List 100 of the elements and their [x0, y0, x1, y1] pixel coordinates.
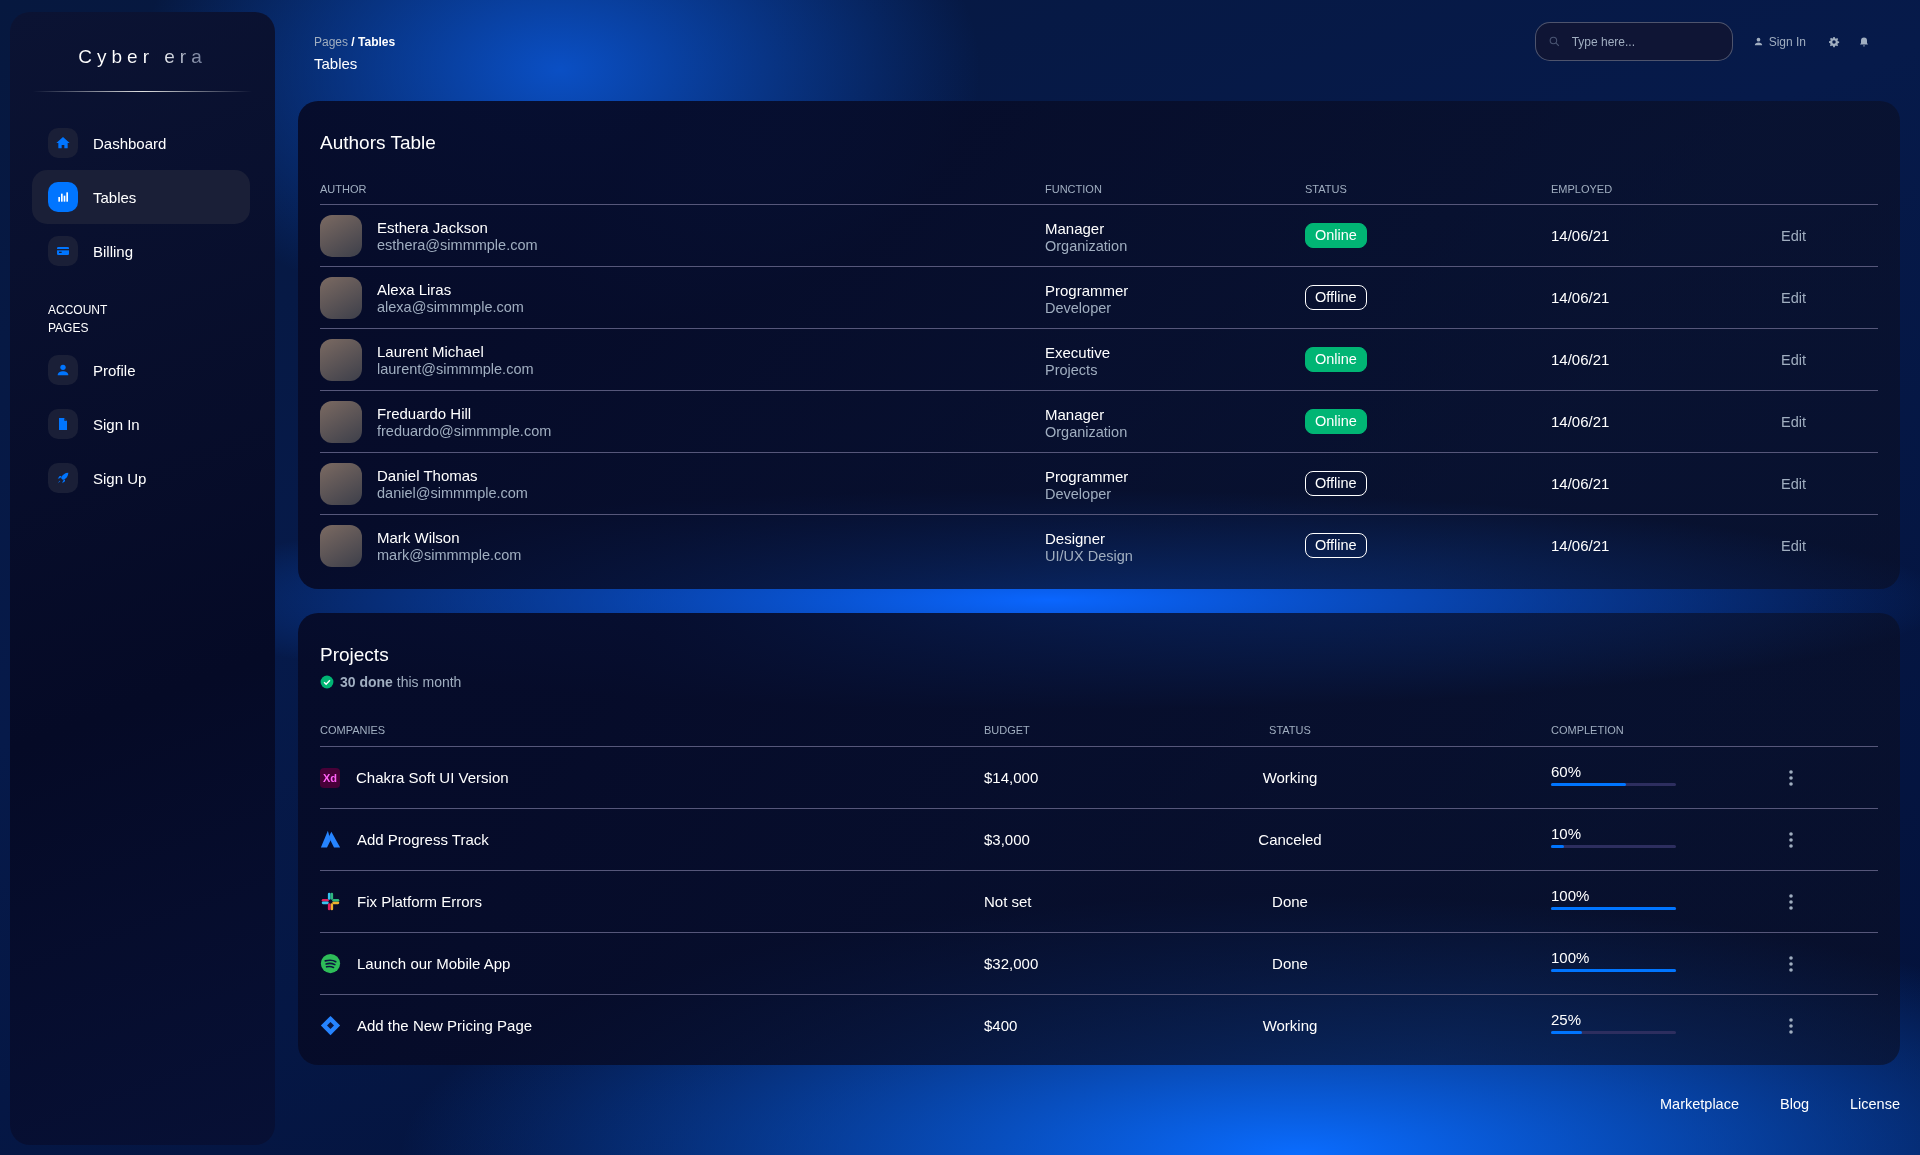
budget: $3,000 [984, 831, 1031, 848]
status-badge: Offline [1305, 533, 1367, 558]
job-title: Programmer [1045, 468, 1129, 485]
triangle-logo-icon [320, 829, 341, 850]
sign-in-link[interactable]: Sign In [1752, 22, 1806, 61]
author-name: Esthera Jackson [377, 218, 488, 236]
job-title: Programmer [1045, 282, 1129, 299]
person-icon [55, 362, 71, 378]
project-name: Add the New Pricing Page [357, 1017, 533, 1034]
edit-link[interactable]: Edit [1781, 351, 1806, 368]
avatar-photo [320, 524, 362, 567]
edit-link[interactable]: Edit [1781, 537, 1806, 554]
rocket-icon [55, 470, 71, 486]
avatar-photo [320, 338, 362, 381]
budget: $14,000 [984, 769, 1040, 786]
department: Developer [1045, 300, 1112, 316]
employed-date: 14/06/21 [1551, 537, 1611, 554]
edit-link[interactable]: Edit [1781, 475, 1806, 492]
bell-icon[interactable] [1858, 35, 1870, 48]
check-circle-icon [320, 675, 334, 689]
breadcrumb: Pages / Tables [314, 34, 396, 50]
nav-item[interactable]: Sign Up [32, 451, 250, 505]
completion-percent: 100% [1551, 887, 1590, 904]
author-email: laurent@simmmple.com [377, 360, 534, 377]
page-title: Tables [314, 55, 358, 72]
project-status: Done [1271, 955, 1309, 972]
author-email: freduardo@simmmple.com [377, 422, 552, 439]
status-badge: Online [1305, 347, 1367, 372]
budget: Not set [984, 893, 1033, 910]
completion-percent: 60% [1551, 763, 1582, 780]
job-title: Executive [1045, 344, 1111, 361]
job-title: Manager [1045, 220, 1105, 237]
status-badge: Online [1305, 409, 1367, 434]
column-header: STATUS [1268, 724, 1312, 736]
summary-text: 30 done this month [340, 674, 462, 690]
status-badge: Online [1305, 223, 1367, 248]
job-title: Designer [1045, 530, 1106, 547]
author-name: Laurent Michael [377, 342, 484, 360]
project-name: Chakra Soft UI Version [356, 769, 509, 786]
project-status: Canceled [1257, 831, 1323, 848]
column-header: COMPLETION [1551, 724, 1625, 736]
wave-lines-logo-icon [320, 953, 341, 974]
footer-link[interactable]: License [1850, 1096, 1900, 1112]
column-header: BUDGET [984, 724, 1031, 736]
employed-date: 14/06/21 [1551, 227, 1611, 244]
column-header: STATUS [1305, 182, 1348, 195]
column-header: FUNCTION [1045, 182, 1103, 195]
edit-link[interactable]: Edit [1781, 227, 1806, 244]
nav-item[interactable]: Dashboard [32, 116, 250, 170]
employed-date: 14/06/21 [1551, 413, 1611, 430]
card-title: Authors Table [320, 131, 437, 155]
budget: $32,000 [984, 955, 1040, 972]
author-name: Mark Wilson [377, 528, 460, 546]
department: Organization [1045, 238, 1128, 254]
section-title: ACCOUNT PAGES [48, 302, 109, 337]
nav-item[interactable]: Profile [32, 343, 250, 397]
job-title: Manager [1045, 406, 1105, 423]
author-email: mark@simmmple.com [377, 546, 522, 563]
xd-logo-icon: Xd [320, 767, 340, 788]
project-status: Working [1261, 769, 1319, 786]
department: Organization [1045, 424, 1128, 440]
search-field[interactable]: Type here... [1534, 22, 1733, 61]
department: Developer [1045, 486, 1112, 502]
project-name: Launch our Mobile App [357, 955, 511, 972]
author-name: Freduardo Hill [377, 404, 472, 422]
pinwheel-logo-icon [320, 891, 341, 912]
employed-date: 14/06/21 [1551, 289, 1611, 306]
avatar-photo [320, 400, 362, 443]
house-icon [55, 135, 71, 151]
column-header: AUTHOR [320, 182, 368, 195]
edit-link[interactable]: Edit [1781, 413, 1806, 430]
author-email: daniel@simmmple.com [377, 484, 528, 501]
avatar-photo [320, 214, 362, 257]
project-status: Done [1271, 893, 1309, 910]
department: UI/UX Design [1045, 548, 1133, 564]
avatar-photo [320, 276, 362, 319]
edit-link[interactable]: Edit [1781, 289, 1806, 306]
employed-date: 14/06/21 [1551, 351, 1611, 368]
nav-item[interactable]: Tables [32, 170, 250, 224]
settings-icon[interactable] [1828, 35, 1840, 48]
column-header: COMPANIES [320, 724, 387, 736]
footer-link[interactable]: Marketplace [1660, 1096, 1739, 1112]
avatar-photo [320, 462, 362, 505]
completion-percent: 10% [1551, 825, 1582, 842]
status-badge: Offline [1305, 471, 1367, 496]
diamond-logo-icon [320, 1015, 341, 1036]
author-name: Daniel Thomas [377, 466, 478, 484]
author-email: alexa@simmmple.com [377, 298, 524, 315]
person-icon [1752, 36, 1764, 47]
card-title: Projects [320, 643, 390, 667]
project-name: Fix Platform Errors [357, 893, 482, 910]
completion-percent: 100% [1551, 949, 1590, 966]
footer-link[interactable]: Blog [1780, 1096, 1809, 1112]
nav-item[interactable]: Billing [32, 224, 250, 278]
column-header: EMPLOYED [1551, 182, 1614, 195]
bar-chart-icon [55, 189, 71, 205]
department: Projects [1045, 362, 1098, 378]
status-badge: Offline [1305, 285, 1367, 310]
nav-item[interactable]: Sign In [32, 397, 250, 451]
author-name: Alexa Liras [377, 280, 452, 298]
